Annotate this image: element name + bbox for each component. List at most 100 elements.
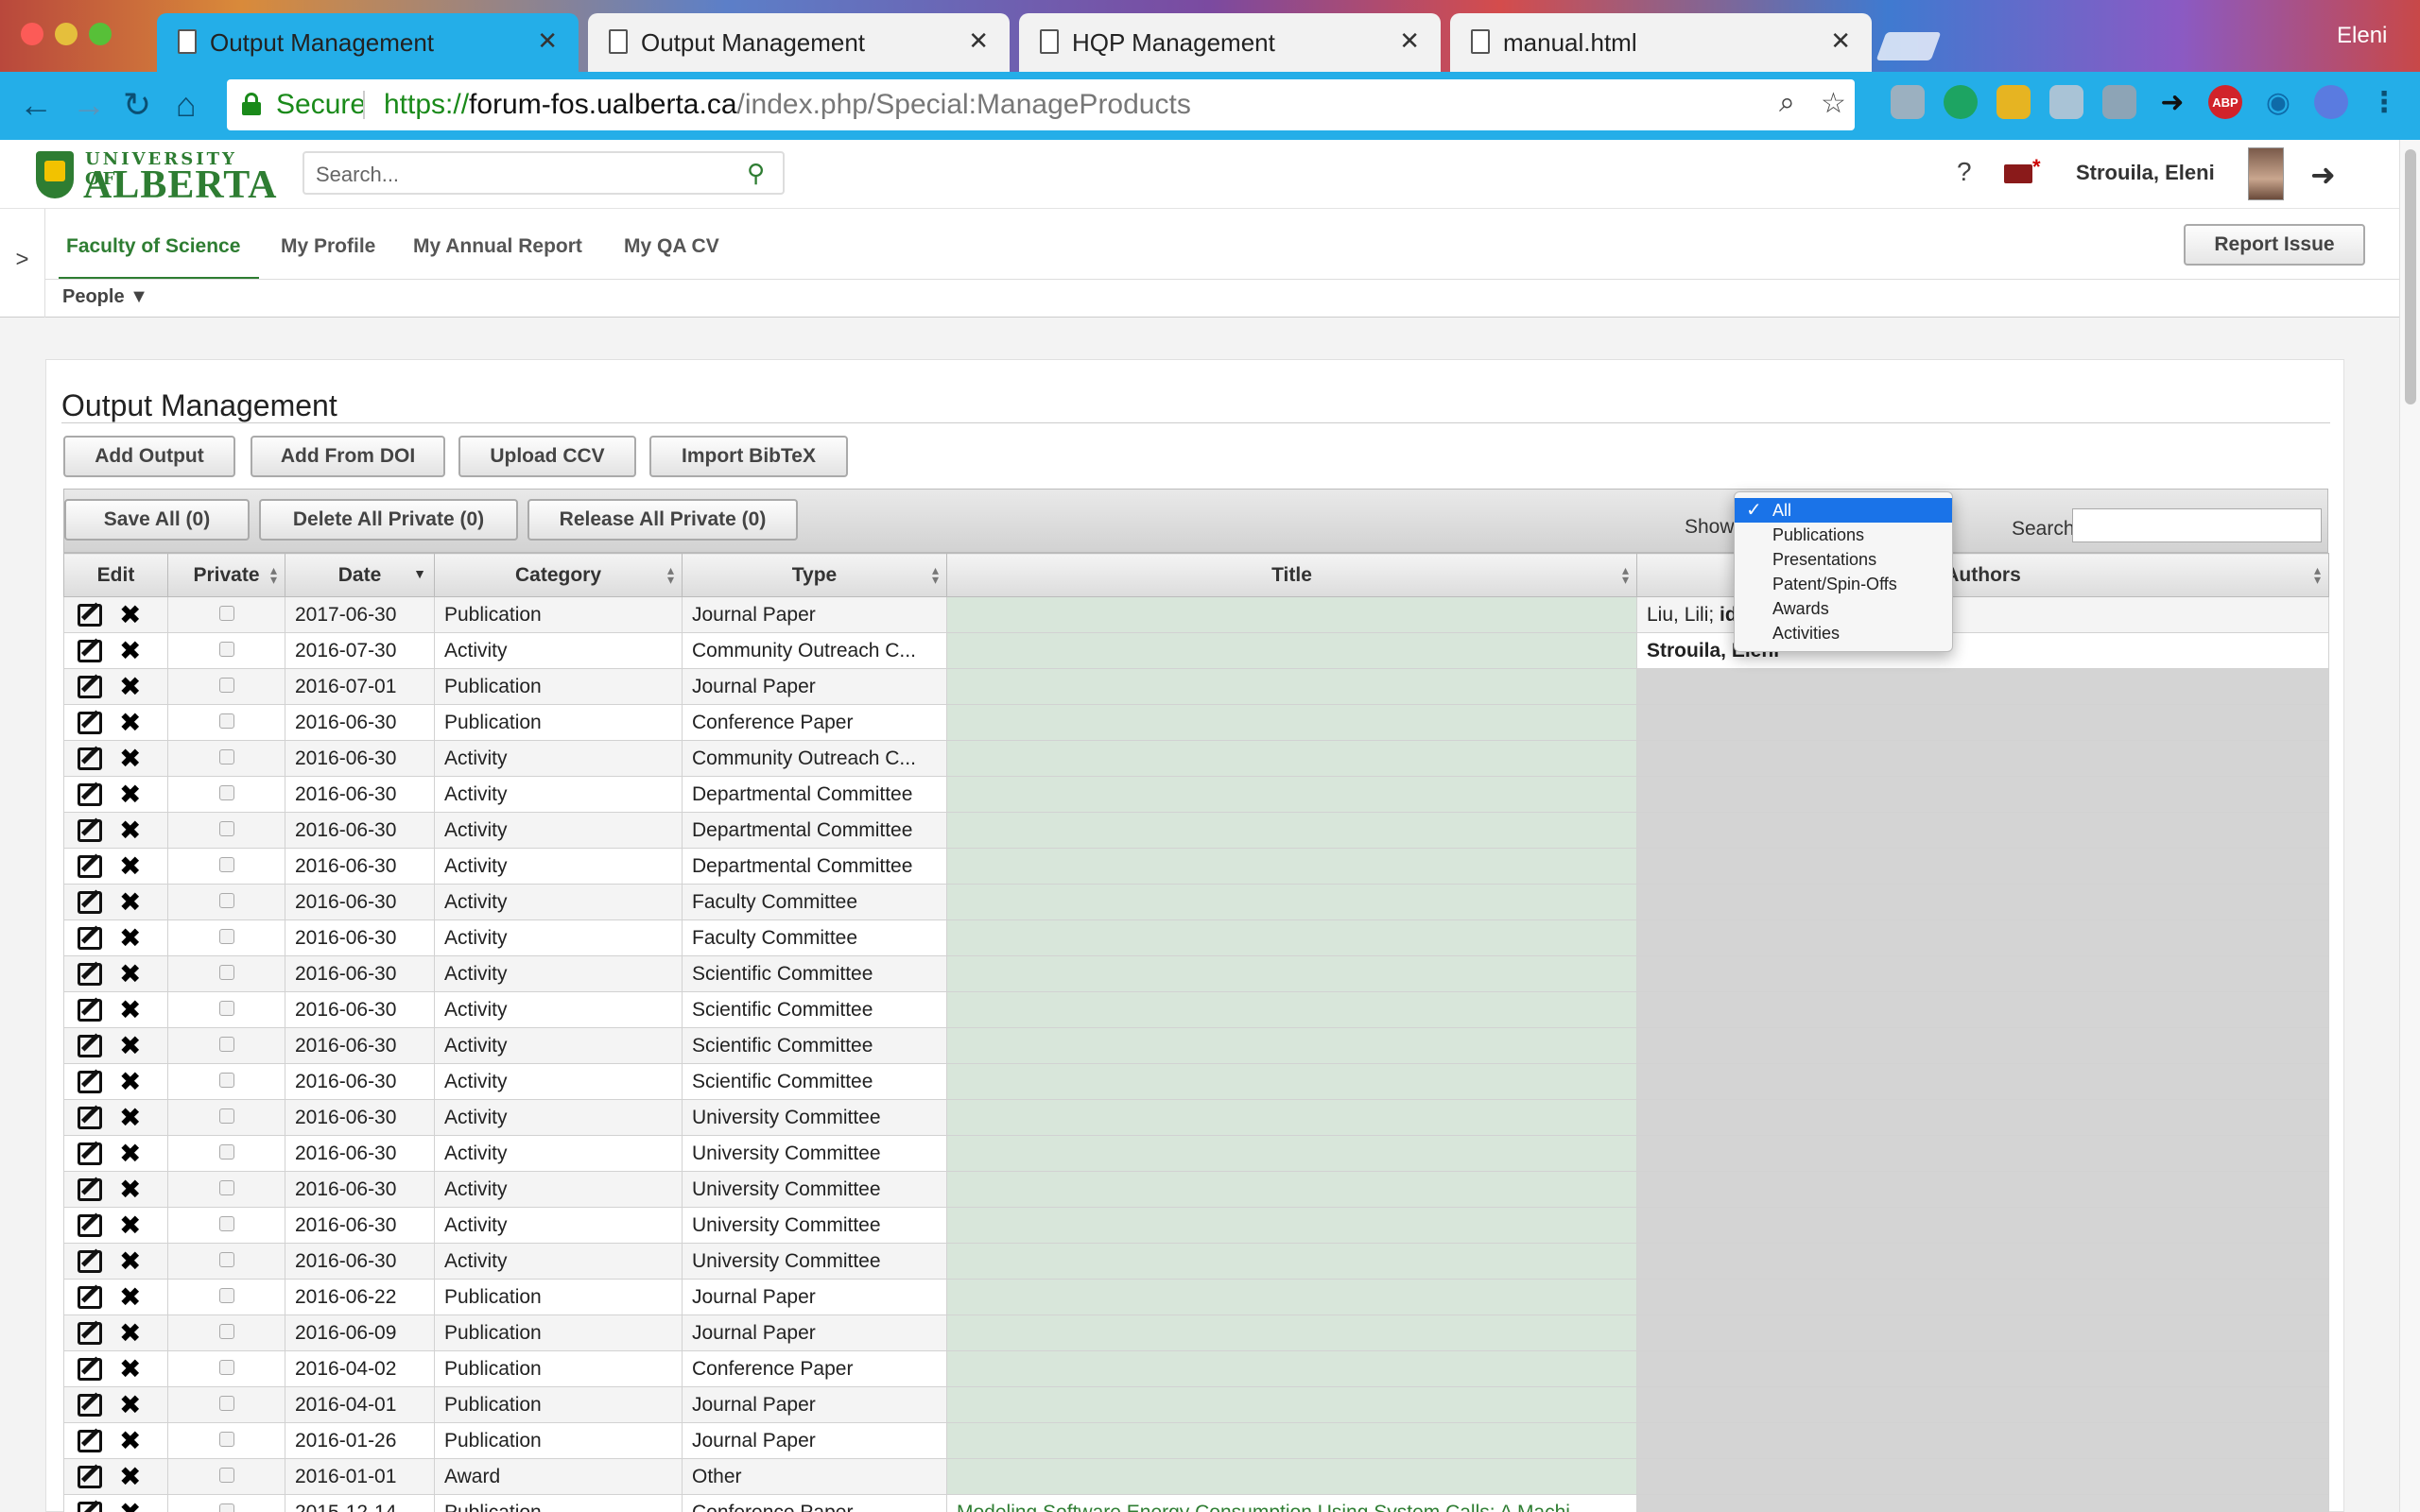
delete-icon[interactable]: ✖ — [119, 1104, 141, 1130]
search-icon[interactable]: ⚲ — [747, 159, 765, 188]
edit-icon[interactable] — [78, 1106, 102, 1129]
title-cell[interactable] — [946, 955, 1637, 992]
edit-icon[interactable] — [78, 1177, 102, 1201]
title-link[interactable]: Modeling Software Energy Consumption Usi… — [957, 1502, 1570, 1512]
filter-option-patents[interactable]: Patent/Spin-Offs — [1735, 572, 1952, 596]
edit-icon[interactable] — [78, 1465, 102, 1488]
delete-icon[interactable]: ✖ — [119, 1283, 141, 1310]
title-cell[interactable] — [946, 919, 1637, 956]
logout-arrow-icon[interactable]: ➜ — [2310, 157, 2336, 193]
delete-icon[interactable]: ✖ — [119, 637, 141, 663]
chat-extension-icon[interactable] — [1944, 85, 1978, 119]
column-header-category[interactable]: Category ▴ ▾ — [434, 553, 683, 597]
private-checkbox[interactable] — [218, 1251, 234, 1267]
people-menu[interactable]: People ▼ — [62, 286, 148, 308]
private-checkbox[interactable] — [218, 1036, 234, 1052]
column-header-private[interactable]: Private ▴ ▾ — [167, 553, 285, 597]
browser-tab-4[interactable]: manual.html ✕ — [1450, 13, 1872, 72]
delete-icon[interactable]: ✖ — [119, 852, 141, 879]
filter-option-awards[interactable]: Awards — [1735, 596, 1952, 621]
close-window-button[interactable] — [21, 23, 43, 45]
edit-icon[interactable] — [78, 962, 102, 986]
delete-icon[interactable]: ✖ — [119, 888, 141, 915]
drive-icon[interactable] — [2102, 85, 2136, 119]
delete-icon[interactable]: ✖ — [119, 1499, 141, 1512]
delete-icon[interactable]: ✖ — [119, 816, 141, 843]
edit-icon[interactable] — [78, 747, 102, 770]
title-cell[interactable] — [946, 740, 1637, 777]
edit-icon[interactable] — [78, 782, 102, 806]
share-arrow-icon[interactable]: ➜ — [2155, 85, 2189, 119]
delete-icon[interactable]: ✖ — [119, 745, 141, 771]
private-checkbox[interactable] — [218, 856, 234, 872]
title-cell[interactable] — [946, 668, 1637, 705]
edit-icon[interactable] — [78, 926, 102, 950]
delete-icon[interactable]: ✖ — [119, 1427, 141, 1453]
title-cell[interactable] — [946, 1279, 1637, 1315]
private-checkbox[interactable] — [218, 1000, 234, 1016]
private-checkbox[interactable] — [218, 1287, 234, 1303]
private-checkbox[interactable] — [218, 964, 234, 980]
delete-icon[interactable]: ✖ — [119, 1211, 141, 1238]
edit-icon[interactable] — [78, 854, 102, 878]
extension-icon[interactable] — [1891, 85, 1925, 119]
edit-icon[interactable] — [78, 1501, 102, 1512]
url-text[interactable]: https://forum-fos.ualberta.ca/index.php/… — [384, 89, 1191, 121]
nav-my-profile[interactable]: My Profile — [281, 235, 375, 258]
rss-plus-icon[interactable] — [1996, 85, 2031, 119]
browser-profile-name[interactable]: Eleni — [2337, 23, 2387, 49]
private-checkbox[interactable] — [218, 748, 234, 765]
title-cell[interactable] — [946, 1135, 1637, 1172]
edit-icon[interactable] — [78, 890, 102, 914]
bookmark-star-icon[interactable]: ☆ — [1821, 87, 1846, 120]
import-bibtex-button[interactable]: Import BibTeX — [649, 436, 848, 477]
title-cell[interactable] — [946, 1314, 1637, 1351]
delete-icon[interactable]: ✖ — [119, 1355, 141, 1382]
title-cell[interactable] — [946, 1063, 1637, 1100]
filter-option-presentations[interactable]: Presentations — [1735, 547, 1952, 572]
filter-option-publications[interactable]: Publications — [1735, 523, 1952, 547]
private-checkbox[interactable] — [218, 1072, 234, 1088]
close-tab-icon[interactable]: ✕ — [537, 26, 558, 56]
mail-icon[interactable] — [2004, 164, 2032, 183]
title-cell[interactable] — [946, 704, 1637, 741]
delete-icon[interactable]: ✖ — [119, 781, 141, 807]
release-all-private-button[interactable]: Release All Private (0) — [527, 499, 798, 541]
edit-icon[interactable] — [78, 639, 102, 662]
title-cell[interactable] — [946, 1458, 1637, 1495]
edit-icon[interactable] — [78, 1213, 102, 1237]
back-arrow-icon[interactable]: ← — [19, 85, 53, 125]
edit-icon[interactable] — [78, 1393, 102, 1417]
edit-icon[interactable] — [78, 1142, 102, 1165]
title-cell[interactable] — [946, 812, 1637, 849]
column-header-title[interactable]: Title ▴ ▾ — [946, 553, 1637, 597]
browser-tab-2[interactable]: Output Management ✕ — [588, 13, 1010, 72]
avatar[interactable] — [2248, 147, 2284, 200]
title-cell[interactable] — [946, 991, 1637, 1028]
private-checkbox[interactable] — [218, 1179, 234, 1195]
site-search-input[interactable]: Search... ⚲ — [302, 151, 785, 195]
delete-icon[interactable]: ✖ — [119, 673, 141, 699]
cast-icon[interactable] — [2049, 85, 2083, 119]
title-cell[interactable] — [946, 596, 1637, 633]
private-checkbox[interactable] — [218, 713, 234, 729]
nav-my-annual-report[interactable]: My Annual Report — [413, 235, 582, 258]
sidebar-toggle[interactable]: > — [0, 209, 45, 318]
add-output-button[interactable]: Add Output — [63, 436, 235, 477]
edit-icon[interactable] — [78, 998, 102, 1022]
user-name[interactable]: Strouila, Eleni — [2076, 161, 2215, 185]
title-cell[interactable] — [946, 1422, 1637, 1459]
private-checkbox[interactable] — [218, 641, 234, 657]
title-cell[interactable] — [946, 776, 1637, 813]
title-cell[interactable] — [946, 1243, 1637, 1280]
university-logo[interactable]: UNIVERSITY OF ALBERTA — [36, 149, 276, 207]
close-tab-icon[interactable]: ✕ — [1399, 26, 1420, 56]
show-only-dropdown[interactable]: ✓ All Publications Presentations Patent/S… — [1734, 491, 1953, 652]
zoom-search-icon[interactable]: ⌕ — [1779, 87, 1795, 119]
edit-icon[interactable] — [78, 1357, 102, 1381]
delete-icon[interactable]: ✖ — [119, 709, 141, 735]
adblock-icon[interactable]: ABP — [2208, 85, 2242, 119]
page-scrollbar[interactable] — [2399, 140, 2420, 1512]
delete-icon[interactable]: ✖ — [119, 1068, 141, 1094]
forward-arrow-icon[interactable]: → — [72, 85, 106, 125]
